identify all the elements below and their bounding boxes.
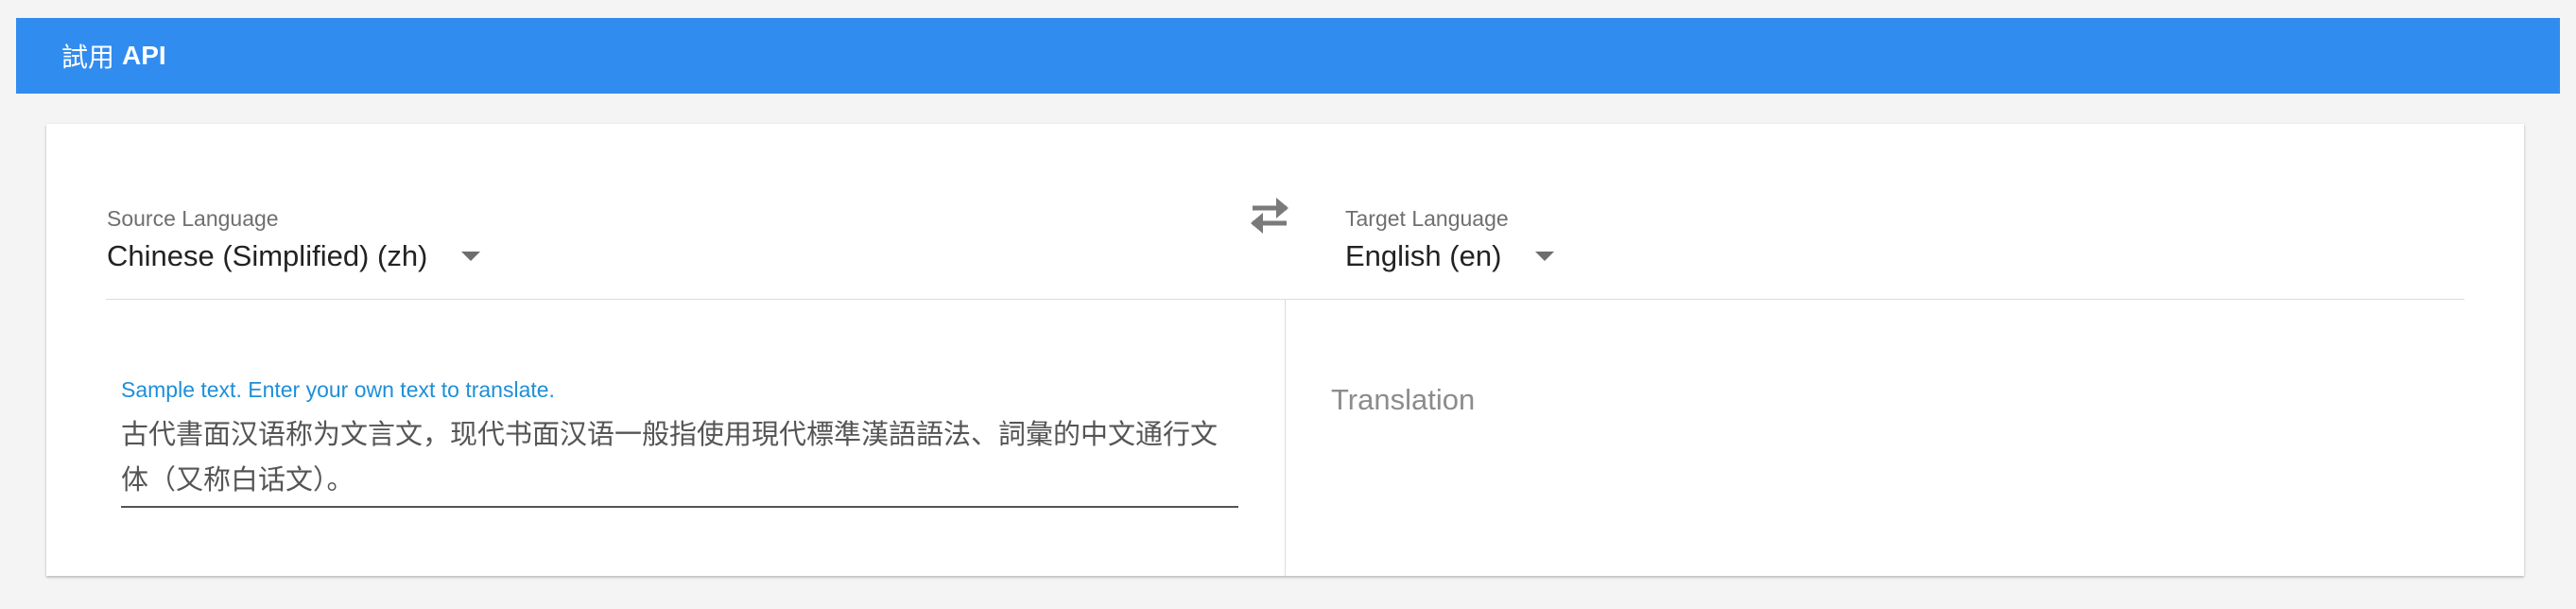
translate-card: Source Language Chinese (Simplified) (zh… [46, 124, 2524, 576]
source-language-value: Chinese (Simplified) (zh) [107, 239, 428, 272]
header-prefix: 試用 [61, 43, 115, 72]
chevron-down-icon [461, 252, 481, 261]
chevron-down-icon [1535, 252, 1555, 261]
source-language-label: Source Language [107, 206, 279, 231]
source-language-select[interactable]: Chinese (Simplified) (zh) [107, 239, 481, 273]
source-text-hint: Sample text. Enter your own text to tran… [121, 377, 555, 402]
page-header: 試用 API [16, 18, 2560, 94]
target-language-group: Target Language English (en) [1345, 206, 1555, 273]
translation-output: Translation [1331, 383, 1476, 416]
swap-icon[interactable] [1245, 192, 1294, 235]
target-language-value: English (en) [1345, 239, 1502, 272]
target-language-select[interactable]: English (en) [1345, 239, 1555, 273]
target-language-label: Target Language [1345, 206, 1509, 231]
source-text-input[interactable]: 古代書面汉语称为文言文，现代书面汉语一般指使用現代標準漢語語法、詞彙的中文通行文… [121, 411, 1238, 508]
pane-divider [1285, 300, 1286, 576]
source-language-group: Source Language Chinese (Simplified) (zh… [107, 206, 481, 273]
header-api: API [122, 41, 166, 70]
